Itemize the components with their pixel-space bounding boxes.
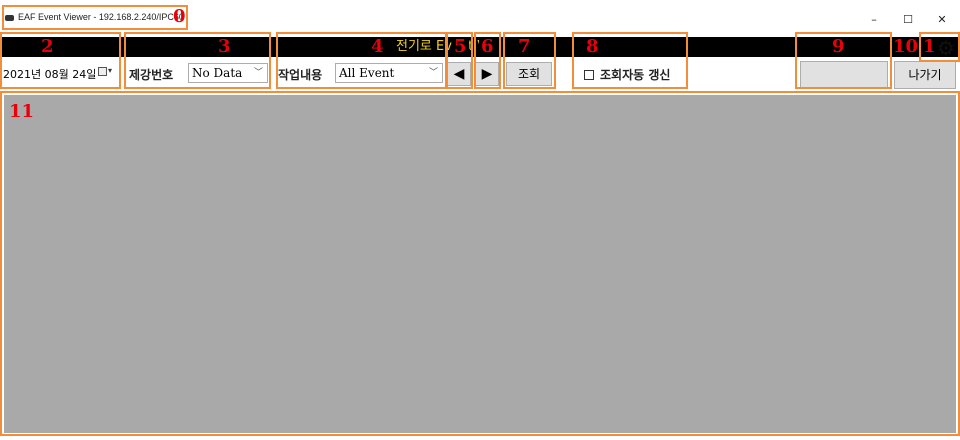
annotation-number-5: 5	[452, 36, 469, 57]
maximize-button[interactable]: ☐	[900, 12, 916, 28]
annotation-number-1: 1	[923, 36, 936, 57]
annotation-number-3: 3	[218, 36, 231, 57]
annotation-number-8: 8	[586, 36, 599, 57]
annotation-number-6: 6	[479, 36, 496, 57]
annotation-box-3	[124, 32, 271, 89]
annotation-box-2	[0, 32, 121, 89]
exit-button[interactable]: 나가기	[894, 61, 956, 89]
minimize-button[interactable]: –	[866, 12, 882, 28]
annotation-number-9: 9	[832, 36, 845, 57]
annotation-number-7: 7	[516, 36, 533, 57]
annotation-number-2: 2	[41, 36, 54, 57]
annotation-box-11	[0, 91, 960, 436]
annotation-number-11: 11	[9, 101, 35, 122]
annotation-number-10: 10	[893, 36, 919, 57]
annotation-box-0	[2, 5, 188, 30]
annotation-box-4	[276, 32, 447, 89]
annotation-number-4: 4	[371, 36, 384, 57]
annotation-number-0: 0	[173, 6, 186, 27]
close-button[interactable]: ✕	[934, 12, 950, 28]
